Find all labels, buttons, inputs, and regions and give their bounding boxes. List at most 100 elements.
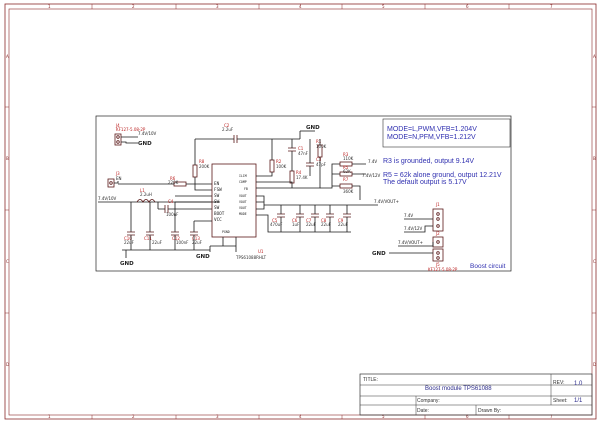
resistor-r8[interactable]: R8 200K <box>192 159 210 178</box>
connector-j5[interactable]: J5 KF127-5.08-2P <box>428 248 458 272</box>
gnd-ic-label: GND <box>196 254 210 260</box>
drawn-by-label: Drawn By: <box>478 408 501 414</box>
vout-net-label: 7.4V/VOUT+ <box>374 199 399 204</box>
gnd-output-label: GND <box>372 251 386 257</box>
resistor-r2[interactable]: R2 100K <box>269 159 287 173</box>
c11-value: 22uF <box>152 240 163 245</box>
r2-value: 100K <box>276 164 287 169</box>
vin-net-label: 7.4V/10V <box>98 196 117 201</box>
capacitor-c1[interactable]: C1 47nF <box>288 146 309 156</box>
connector-j1[interactable]: J1 <box>432 202 444 232</box>
title-value: Boost module TPS61088 <box>425 386 492 392</box>
u1-pin-comp: COMP <box>239 180 247 184</box>
zone-col-7-top: 7 <box>550 4 553 9</box>
capacitor-c5[interactable]: C5 470uF <box>270 213 285 227</box>
gnd-top-label: GND <box>306 125 320 131</box>
c3-value: 47pF <box>316 162 327 167</box>
title-block: TITLE: Boost module TPS61088 REV: 1.0 Co… <box>359 373 593 416</box>
j2-net-label: 7.4V/12V <box>404 226 423 231</box>
default-note: The default output is 5.17V <box>383 179 467 186</box>
inductor-l1[interactable]: L1 2.2uH <box>136 188 156 203</box>
capacitor-c7[interactable]: C7 22uF <box>306 213 319 227</box>
resistor-r5[interactable]: R5 62K <box>339 165 353 177</box>
r8-value: 200K <box>199 164 210 169</box>
resistor-r6[interactable]: R6 220K <box>168 176 187 187</box>
zone-col-4-top: 4 <box>299 4 302 9</box>
schematic-sheet: 1 2 3 4 5 6 7 1 2 3 4 5 6 7 A B C D A B … <box>4 3 597 420</box>
sheet-value: 1/1 <box>574 398 583 404</box>
capacitor-c3[interactable]: C3 47pF <box>306 157 327 167</box>
j1-net-label: 7.4V <box>404 213 413 218</box>
resistor-r1[interactable]: R1 100K <box>316 139 327 158</box>
zone-row-a-right: A <box>593 54 596 59</box>
r4-value: 17.4K <box>296 175 308 180</box>
c4-ref: C4 <box>168 199 174 204</box>
u1-pin-vout2: VOUT <box>239 200 247 204</box>
j4-gnd-label: GND <box>138 141 152 147</box>
mode-note-line1: MODE=L,PWM,VFB=1.204V <box>387 126 477 133</box>
u1-pin-sw2: SW <box>214 199 220 205</box>
u1-pin-en: EN <box>214 181 220 187</box>
zone-ticks <box>5 4 596 419</box>
zone-labels: 1 2 3 4 5 6 7 1 2 3 4 5 6 7 A B C D A B … <box>6 4 596 419</box>
capacitor-c6[interactable]: C6 1uF <box>292 213 304 227</box>
zone-col-3-top: 3 <box>216 4 219 9</box>
u1-pin-vout1: VOUT <box>239 194 247 198</box>
resistor-r3[interactable]: R3 110K <box>339 152 354 167</box>
capacitor-c9[interactable]: C9 22uF <box>338 213 351 227</box>
j5-part: KF127-5.08-2P <box>428 267 458 272</box>
zone-row-d-left: D <box>6 362 9 367</box>
resistor-r7[interactable]: R7 360K <box>339 177 354 194</box>
r7-value: 360K <box>343 189 354 194</box>
c13-value: 22uF <box>192 240 203 245</box>
rev-value: 1.0 <box>574 381 583 387</box>
j4-net-label: 7.4V/10V <box>138 131 157 136</box>
capacitor-c10[interactable]: C10 22uF <box>124 231 135 245</box>
rev-label: REV: <box>553 380 564 386</box>
connector-j3[interactable]: J3 EN <box>107 171 122 188</box>
zone-row-d-right: D <box>593 362 596 367</box>
u1-pin-sw3: SW <box>214 205 220 211</box>
u1-pin-vout3: VOUT <box>239 206 247 210</box>
gnd-bottom-left-label: GND <box>120 261 134 267</box>
capacitor-c2[interactable]: C2 2.2uF <box>222 123 238 143</box>
connector-j2[interactable]: J2 <box>432 231 444 248</box>
j5-net-label: 7.4V/VOUT+ <box>398 240 423 245</box>
u1-pin-ilim: ILIM <box>239 174 247 178</box>
company-label: Company: <box>417 398 440 404</box>
capacitor-c8[interactable]: C8 22uF <box>321 213 334 227</box>
outer-frame <box>4 3 597 420</box>
u1-pin-boot: BOOT <box>214 211 225 217</box>
r3-value: 110K <box>343 156 354 161</box>
u1-pin-mode: MODE <box>239 212 247 216</box>
sheet-label: Sheet: <box>553 398 567 404</box>
r5-value: 62K <box>343 169 351 174</box>
zone-row-a-left: A <box>6 54 9 59</box>
resistor-r4[interactable]: R4 17.4K <box>289 170 308 184</box>
zone-row-b-right: B <box>593 156 596 161</box>
capacitor-c13[interactable]: C13 22uF <box>190 231 203 245</box>
date-label: Date: <box>417 408 429 414</box>
c4-value: 100nF <box>166 212 179 217</box>
capacitor-c11[interactable]: C11 22uF <box>144 231 163 245</box>
u1-pin-fsw: FSW <box>214 187 222 193</box>
en-net-label: EN <box>116 176 122 181</box>
zone-col-5-top: 5 <box>382 4 385 9</box>
boost-circuit-label: Boost circuit <box>470 263 506 270</box>
u1-pin-vcc: VCC <box>214 217 222 223</box>
net-12v-label: 7.4V/12V <box>362 173 381 178</box>
c6-value: 1uF <box>292 222 300 227</box>
zone-row-b-left: B <box>6 156 9 161</box>
r3-note: R3 is grounded, output 9.14V <box>383 158 474 165</box>
title-label: TITLE: <box>363 377 378 383</box>
u1-ref: U1 <box>258 249 264 254</box>
c1-value: 47nF <box>298 151 309 156</box>
mode-note-line2: MODE=N,PFM,VFB=1.212V <box>387 134 476 141</box>
net-9v-label: 7.4V <box>368 159 377 164</box>
c2-value: 2.2uF <box>222 127 234 132</box>
c12-value: 100nF <box>176 240 189 245</box>
l1-value: 2.2uH <box>140 192 152 197</box>
j1-ref: J1 <box>435 202 440 207</box>
capacitor-c12[interactable]: C12 100nF <box>171 231 189 245</box>
zone-row-c-right: C <box>593 259 596 264</box>
